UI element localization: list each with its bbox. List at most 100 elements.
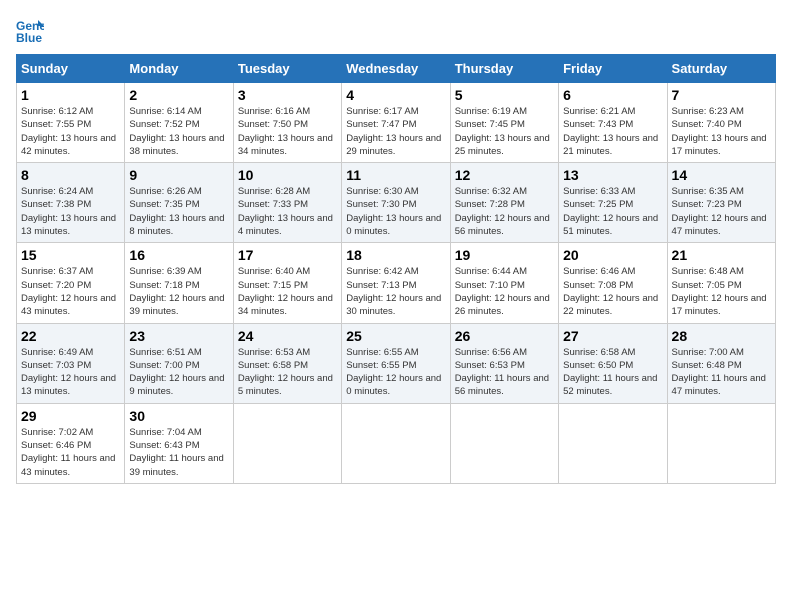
day-info: Sunrise: 6:53 AMSunset: 6:58 PMDaylight:… xyxy=(238,346,337,399)
table-row: 16 Sunrise: 6:39 AMSunset: 7:18 PMDaylig… xyxy=(125,243,233,323)
day-number: 1 xyxy=(21,87,120,103)
day-number: 10 xyxy=(238,167,337,183)
table-row: 15 Sunrise: 6:37 AMSunset: 7:20 PMDaylig… xyxy=(17,243,125,323)
day-info: Sunrise: 6:23 AMSunset: 7:40 PMDaylight:… xyxy=(672,105,771,158)
table-row: 9 Sunrise: 6:26 AMSunset: 7:35 PMDayligh… xyxy=(125,163,233,243)
table-row: 29 Sunrise: 7:02 AMSunset: 6:46 PMDaylig… xyxy=(17,403,125,483)
day-number: 13 xyxy=(563,167,662,183)
day-number: 3 xyxy=(238,87,337,103)
day-info: Sunrise: 6:40 AMSunset: 7:15 PMDaylight:… xyxy=(238,265,337,318)
day-info: Sunrise: 6:30 AMSunset: 7:30 PMDaylight:… xyxy=(346,185,445,238)
table-row: 13 Sunrise: 6:33 AMSunset: 7:25 PMDaylig… xyxy=(559,163,667,243)
day-info: Sunrise: 6:37 AMSunset: 7:20 PMDaylight:… xyxy=(21,265,120,318)
day-info: Sunrise: 6:21 AMSunset: 7:43 PMDaylight:… xyxy=(563,105,662,158)
table-row: 2 Sunrise: 6:14 AMSunset: 7:52 PMDayligh… xyxy=(125,83,233,163)
table-row: 6 Sunrise: 6:21 AMSunset: 7:43 PMDayligh… xyxy=(559,83,667,163)
table-row: 28 Sunrise: 7:00 AMSunset: 6:48 PMDaylig… xyxy=(667,323,775,403)
table-row: 14 Sunrise: 6:35 AMSunset: 7:23 PMDaylig… xyxy=(667,163,775,243)
day-number: 5 xyxy=(455,87,554,103)
table-row: 26 Sunrise: 6:56 AMSunset: 6:53 PMDaylig… xyxy=(450,323,558,403)
day-info: Sunrise: 6:17 AMSunset: 7:47 PMDaylight:… xyxy=(346,105,445,158)
day-info: Sunrise: 7:04 AMSunset: 6:43 PMDaylight:… xyxy=(129,426,228,479)
day-number: 27 xyxy=(563,328,662,344)
table-row: 30 Sunrise: 7:04 AMSunset: 6:43 PMDaylig… xyxy=(125,403,233,483)
day-info: Sunrise: 6:48 AMSunset: 7:05 PMDaylight:… xyxy=(672,265,771,318)
day-number: 2 xyxy=(129,87,228,103)
table-row: 1 Sunrise: 6:12 AMSunset: 7:55 PMDayligh… xyxy=(17,83,125,163)
table-row: 5 Sunrise: 6:19 AMSunset: 7:45 PMDayligh… xyxy=(450,83,558,163)
table-row: 4 Sunrise: 6:17 AMSunset: 7:47 PMDayligh… xyxy=(342,83,450,163)
day-number: 12 xyxy=(455,167,554,183)
day-number: 16 xyxy=(129,247,228,263)
day-info: Sunrise: 6:56 AMSunset: 6:53 PMDaylight:… xyxy=(455,346,554,399)
day-info: Sunrise: 6:12 AMSunset: 7:55 PMDaylight:… xyxy=(21,105,120,158)
table-row: 12 Sunrise: 6:32 AMSunset: 7:28 PMDaylig… xyxy=(450,163,558,243)
day-number: 25 xyxy=(346,328,445,344)
col-header-saturday: Saturday xyxy=(667,55,775,83)
svg-text:Blue: Blue xyxy=(16,31,42,44)
table-row: 25 Sunrise: 6:55 AMSunset: 6:55 PMDaylig… xyxy=(342,323,450,403)
day-number: 6 xyxy=(563,87,662,103)
day-info: Sunrise: 6:55 AMSunset: 6:55 PMDaylight:… xyxy=(346,346,445,399)
day-info: Sunrise: 6:46 AMSunset: 7:08 PMDaylight:… xyxy=(563,265,662,318)
table-row xyxy=(342,403,450,483)
day-number: 7 xyxy=(672,87,771,103)
day-info: Sunrise: 6:28 AMSunset: 7:33 PMDaylight:… xyxy=(238,185,337,238)
table-row: 19 Sunrise: 6:44 AMSunset: 7:10 PMDaylig… xyxy=(450,243,558,323)
day-info: Sunrise: 6:39 AMSunset: 7:18 PMDaylight:… xyxy=(129,265,228,318)
table-row: 20 Sunrise: 6:46 AMSunset: 7:08 PMDaylig… xyxy=(559,243,667,323)
table-row: 17 Sunrise: 6:40 AMSunset: 7:15 PMDaylig… xyxy=(233,243,341,323)
table-row: 7 Sunrise: 6:23 AMSunset: 7:40 PMDayligh… xyxy=(667,83,775,163)
table-row: 24 Sunrise: 6:53 AMSunset: 6:58 PMDaylig… xyxy=(233,323,341,403)
day-info: Sunrise: 6:24 AMSunset: 7:38 PMDaylight:… xyxy=(21,185,120,238)
day-info: Sunrise: 6:58 AMSunset: 6:50 PMDaylight:… xyxy=(563,346,662,399)
day-number: 26 xyxy=(455,328,554,344)
col-header-tuesday: Tuesday xyxy=(233,55,341,83)
table-row: 11 Sunrise: 6:30 AMSunset: 7:30 PMDaylig… xyxy=(342,163,450,243)
col-header-thursday: Thursday xyxy=(450,55,558,83)
day-number: 30 xyxy=(129,408,228,424)
col-header-monday: Monday xyxy=(125,55,233,83)
day-number: 18 xyxy=(346,247,445,263)
table-row: 3 Sunrise: 6:16 AMSunset: 7:50 PMDayligh… xyxy=(233,83,341,163)
day-number: 24 xyxy=(238,328,337,344)
day-number: 14 xyxy=(672,167,771,183)
col-header-friday: Friday xyxy=(559,55,667,83)
day-number: 28 xyxy=(672,328,771,344)
table-row: 18 Sunrise: 6:42 AMSunset: 7:13 PMDaylig… xyxy=(342,243,450,323)
day-info: Sunrise: 7:00 AMSunset: 6:48 PMDaylight:… xyxy=(672,346,771,399)
day-info: Sunrise: 6:49 AMSunset: 7:03 PMDaylight:… xyxy=(21,346,120,399)
calendar-table: SundayMondayTuesdayWednesdayThursdayFrid… xyxy=(16,54,776,484)
col-header-wednesday: Wednesday xyxy=(342,55,450,83)
day-number: 20 xyxy=(563,247,662,263)
day-number: 29 xyxy=(21,408,120,424)
day-number: 9 xyxy=(129,167,228,183)
table-row xyxy=(450,403,558,483)
day-info: Sunrise: 6:33 AMSunset: 7:25 PMDaylight:… xyxy=(563,185,662,238)
day-info: Sunrise: 6:51 AMSunset: 7:00 PMDaylight:… xyxy=(129,346,228,399)
table-row: 23 Sunrise: 6:51 AMSunset: 7:00 PMDaylig… xyxy=(125,323,233,403)
day-info: Sunrise: 7:02 AMSunset: 6:46 PMDaylight:… xyxy=(21,426,120,479)
day-info: Sunrise: 6:14 AMSunset: 7:52 PMDaylight:… xyxy=(129,105,228,158)
day-number: 4 xyxy=(346,87,445,103)
table-row: 10 Sunrise: 6:28 AMSunset: 7:33 PMDaylig… xyxy=(233,163,341,243)
table-row xyxy=(233,403,341,483)
table-row xyxy=(559,403,667,483)
day-number: 8 xyxy=(21,167,120,183)
day-info: Sunrise: 6:32 AMSunset: 7:28 PMDaylight:… xyxy=(455,185,554,238)
table-row: 21 Sunrise: 6:48 AMSunset: 7:05 PMDaylig… xyxy=(667,243,775,323)
day-info: Sunrise: 6:35 AMSunset: 7:23 PMDaylight:… xyxy=(672,185,771,238)
day-info: Sunrise: 6:16 AMSunset: 7:50 PMDaylight:… xyxy=(238,105,337,158)
day-info: Sunrise: 6:26 AMSunset: 7:35 PMDaylight:… xyxy=(129,185,228,238)
day-number: 17 xyxy=(238,247,337,263)
day-number: 11 xyxy=(346,167,445,183)
table-row: 22 Sunrise: 6:49 AMSunset: 7:03 PMDaylig… xyxy=(17,323,125,403)
day-number: 22 xyxy=(21,328,120,344)
logo: General Blue xyxy=(16,16,48,44)
table-row: 8 Sunrise: 6:24 AMSunset: 7:38 PMDayligh… xyxy=(17,163,125,243)
day-number: 15 xyxy=(21,247,120,263)
day-number: 21 xyxy=(672,247,771,263)
table-row xyxy=(667,403,775,483)
day-number: 23 xyxy=(129,328,228,344)
logo-icon: General Blue xyxy=(16,16,44,44)
